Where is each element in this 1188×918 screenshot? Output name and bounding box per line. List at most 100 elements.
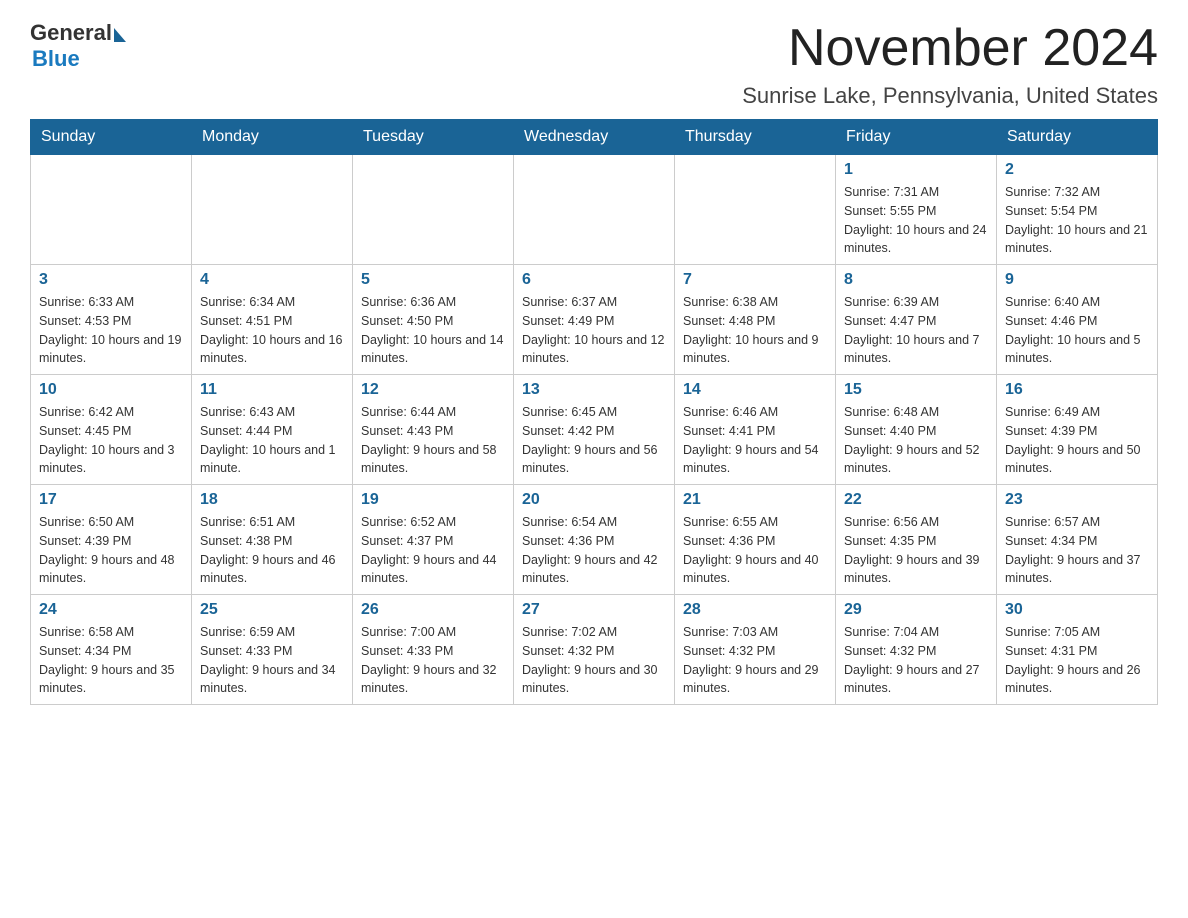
day-info: Sunrise: 6:56 AMSunset: 4:35 PMDaylight:…: [844, 513, 988, 588]
day-number: 24: [39, 601, 183, 619]
day-number: 23: [1005, 491, 1149, 509]
col-monday: Monday: [192, 120, 353, 155]
col-saturday: Saturday: [997, 120, 1158, 155]
calendar-cell: 24 Sunrise: 6:58 AMSunset: 4:34 PMDayligh…: [31, 595, 192, 705]
calendar-cell: [353, 155, 514, 265]
day-number: 2: [1005, 161, 1149, 179]
day-info: Sunrise: 6:48 AMSunset: 4:40 PMDaylight:…: [844, 403, 988, 478]
day-info: Sunrise: 6:43 AMSunset: 4:44 PMDaylight:…: [200, 403, 344, 478]
day-number: 11: [200, 381, 344, 399]
day-number: 18: [200, 491, 344, 509]
calendar-cell: 15 Sunrise: 6:48 AMSunset: 4:40 PMDayligh…: [836, 375, 997, 485]
calendar-cell: 28 Sunrise: 7:03 AMSunset: 4:32 PMDayligh…: [675, 595, 836, 705]
day-number: 13: [522, 381, 666, 399]
calendar-cell: 1 Sunrise: 7:31 AMSunset: 5:55 PMDaylight…: [836, 155, 997, 265]
calendar-header-row: Sunday Monday Tuesday Wednesday Thursday…: [31, 120, 1158, 155]
day-info: Sunrise: 6:39 AMSunset: 4:47 PMDaylight:…: [844, 293, 988, 368]
calendar-cell: 26 Sunrise: 7:00 AMSunset: 4:33 PMDayligh…: [353, 595, 514, 705]
location-title: Sunrise Lake, Pennsylvania, United State…: [742, 83, 1158, 109]
day-info: Sunrise: 6:45 AMSunset: 4:42 PMDaylight:…: [522, 403, 666, 478]
calendar-table: Sunday Monday Tuesday Wednesday Thursday…: [30, 119, 1158, 705]
day-info: Sunrise: 6:49 AMSunset: 4:39 PMDaylight:…: [1005, 403, 1149, 478]
title-section: November 2024 Sunrise Lake, Pennsylvania…: [742, 20, 1158, 109]
day-info: Sunrise: 6:58 AMSunset: 4:34 PMDaylight:…: [39, 623, 183, 698]
logo: General Blue: [30, 20, 126, 72]
day-number: 16: [1005, 381, 1149, 399]
day-info: Sunrise: 6:59 AMSunset: 4:33 PMDaylight:…: [200, 623, 344, 698]
logo-blue-text: Blue: [32, 46, 80, 72]
day-number: 20: [522, 491, 666, 509]
day-info: Sunrise: 6:55 AMSunset: 4:36 PMDaylight:…: [683, 513, 827, 588]
day-info: Sunrise: 7:00 AMSunset: 4:33 PMDaylight:…: [361, 623, 505, 698]
day-number: 14: [683, 381, 827, 399]
week-row-1: 3 Sunrise: 6:33 AMSunset: 4:53 PMDaylight…: [31, 265, 1158, 375]
calendar-cell: 9Sunrise: 6:40 AMSunset: 4:46 PMDaylight…: [997, 265, 1158, 375]
calendar-cell: 19 Sunrise: 6:52 AMSunset: 4:37 PMDayligh…: [353, 485, 514, 595]
calendar-cell: 29Sunrise: 7:04 AMSunset: 4:32 PMDayligh…: [836, 595, 997, 705]
logo-general-text: General: [30, 20, 112, 46]
calendar-cell: 10 Sunrise: 6:42 AMSunset: 4:45 PMDayligh…: [31, 375, 192, 485]
day-number: 19: [361, 491, 505, 509]
page-header: General Blue November 2024 Sunrise Lake,…: [30, 20, 1158, 109]
day-info: Sunrise: 6:37 AMSunset: 4:49 PMDaylight:…: [522, 293, 666, 368]
month-title: November 2024: [742, 20, 1158, 77]
week-row-0: 1 Sunrise: 7:31 AMSunset: 5:55 PMDaylight…: [31, 155, 1158, 265]
day-number: 21: [683, 491, 827, 509]
calendar-cell: [192, 155, 353, 265]
calendar-cell: 5Sunrise: 6:36 AMSunset: 4:50 PMDaylight…: [353, 265, 514, 375]
day-number: 6: [522, 271, 666, 289]
calendar-cell: 13 Sunrise: 6:45 AMSunset: 4:42 PMDayligh…: [514, 375, 675, 485]
calendar-cell: [31, 155, 192, 265]
calendar-cell: 21 Sunrise: 6:55 AMSunset: 4:36 PMDayligh…: [675, 485, 836, 595]
day-info: Sunrise: 6:50 AMSunset: 4:39 PMDaylight:…: [39, 513, 183, 588]
day-info: Sunrise: 7:31 AMSunset: 5:55 PMDaylight:…: [844, 183, 988, 258]
col-thursday: Thursday: [675, 120, 836, 155]
day-number: 25: [200, 601, 344, 619]
day-number: 10: [39, 381, 183, 399]
day-info: Sunrise: 7:03 AMSunset: 4:32 PMDaylight:…: [683, 623, 827, 698]
day-info: Sunrise: 6:44 AMSunset: 4:43 PMDaylight:…: [361, 403, 505, 478]
col-sunday: Sunday: [31, 120, 192, 155]
calendar-cell: 3 Sunrise: 6:33 AMSunset: 4:53 PMDaylight…: [31, 265, 192, 375]
day-number: 7: [683, 271, 827, 289]
calendar-cell: 30Sunrise: 7:05 AMSunset: 4:31 PMDayligh…: [997, 595, 1158, 705]
day-info: Sunrise: 7:02 AMSunset: 4:32 PMDaylight:…: [522, 623, 666, 698]
calendar-cell: 6 Sunrise: 6:37 AMSunset: 4:49 PMDaylight…: [514, 265, 675, 375]
calendar-cell: 14 Sunrise: 6:46 AMSunset: 4:41 PMDayligh…: [675, 375, 836, 485]
day-number: 12: [361, 381, 505, 399]
day-info: Sunrise: 6:54 AMSunset: 4:36 PMDaylight:…: [522, 513, 666, 588]
calendar-cell: 27 Sunrise: 7:02 AMSunset: 4:32 PMDayligh…: [514, 595, 675, 705]
week-row-2: 10 Sunrise: 6:42 AMSunset: 4:45 PMDayligh…: [31, 375, 1158, 485]
day-number: 4: [200, 271, 344, 289]
week-row-3: 17 Sunrise: 6:50 AMSunset: 4:39 PMDayligh…: [31, 485, 1158, 595]
day-info: Sunrise: 6:52 AMSunset: 4:37 PMDaylight:…: [361, 513, 505, 588]
day-number: 17: [39, 491, 183, 509]
calendar-cell: 4 Sunrise: 6:34 AMSunset: 4:51 PMDaylight…: [192, 265, 353, 375]
day-info: Sunrise: 6:33 AMSunset: 4:53 PMDaylight:…: [39, 293, 183, 368]
day-number: 30: [1005, 601, 1149, 619]
day-number: 29: [844, 601, 988, 619]
day-number: 9: [1005, 271, 1149, 289]
day-number: 1: [844, 161, 988, 179]
day-number: 27: [522, 601, 666, 619]
calendar-cell: 17 Sunrise: 6:50 AMSunset: 4:39 PMDayligh…: [31, 485, 192, 595]
calendar-cell: 22 Sunrise: 6:56 AMSunset: 4:35 PMDayligh…: [836, 485, 997, 595]
day-info: Sunrise: 7:32 AMSunset: 5:54 PMDaylight:…: [1005, 183, 1149, 258]
day-number: 15: [844, 381, 988, 399]
day-info: Sunrise: 6:38 AMSunset: 4:48 PMDaylight:…: [683, 293, 827, 368]
day-number: 28: [683, 601, 827, 619]
calendar-cell: 12 Sunrise: 6:44 AMSunset: 4:43 PMDayligh…: [353, 375, 514, 485]
col-tuesday: Tuesday: [353, 120, 514, 155]
day-number: 26: [361, 601, 505, 619]
day-number: 3: [39, 271, 183, 289]
calendar-cell: 8Sunrise: 6:39 AMSunset: 4:47 PMDaylight…: [836, 265, 997, 375]
day-info: Sunrise: 6:36 AMSunset: 4:50 PMDaylight:…: [361, 293, 505, 368]
day-info: Sunrise: 6:34 AMSunset: 4:51 PMDaylight:…: [200, 293, 344, 368]
calendar-cell: 25 Sunrise: 6:59 AMSunset: 4:33 PMDayligh…: [192, 595, 353, 705]
day-info: Sunrise: 6:42 AMSunset: 4:45 PMDaylight:…: [39, 403, 183, 478]
calendar-cell: [675, 155, 836, 265]
day-info: Sunrise: 6:46 AMSunset: 4:41 PMDaylight:…: [683, 403, 827, 478]
calendar-cell: 2 Sunrise: 7:32 AMSunset: 5:54 PMDaylight…: [997, 155, 1158, 265]
calendar-cell: 11 Sunrise: 6:43 AMSunset: 4:44 PMDayligh…: [192, 375, 353, 485]
day-number: 22: [844, 491, 988, 509]
